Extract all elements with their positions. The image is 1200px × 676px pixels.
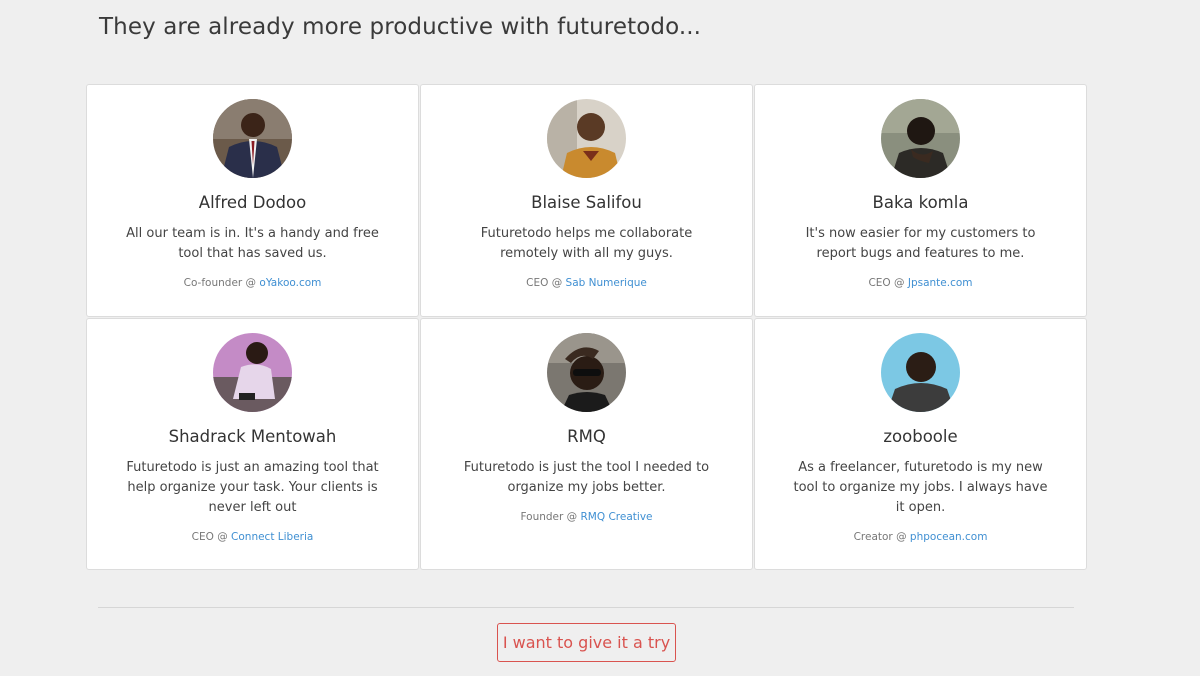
testimonial-role: CEO @ Jpsante.com (755, 277, 1086, 289)
role-prefix: CEO @ (526, 277, 566, 289)
testimonial-role: CEO @ Connect Liberia (87, 531, 418, 543)
section-divider (98, 607, 1074, 608)
testimonial-name: RMQ (567, 427, 606, 446)
testimonial-quote: Futuretodo is just an amazing tool that … (126, 460, 379, 515)
company-link[interactable]: Sab Numerique (566, 277, 647, 289)
role-prefix: Creator @ (853, 531, 910, 543)
testimonial-name: Alfred Dodoo (198, 193, 307, 212)
testimonial-name: Shadrack Mentowah (168, 427, 337, 446)
avatar (881, 99, 960, 178)
avatar (547, 333, 626, 412)
avatar (213, 333, 292, 412)
company-link[interactable]: Jpsante.com (908, 277, 973, 289)
testimonials-grid: Alfred Dodoo All our team is in. It's a … (86, 84, 1087, 570)
testimonial-quote: Futuretodo is just the tool I needed to … (463, 460, 710, 495)
role-prefix: CEO @ (868, 277, 908, 289)
testimonial-name: zooboole (883, 427, 958, 446)
testimonial-role: Co-founder @ oYakoo.com (87, 277, 418, 289)
testimonial-quote: As a freelancer, futuretodo is my new to… (793, 460, 1048, 515)
testimonial-card: Alfred Dodoo All our team is in. It's a … (86, 84, 419, 317)
testimonial-role: Creator @ phpocean.com (755, 531, 1086, 543)
testimonial-name: Baka komla (872, 193, 969, 212)
company-link[interactable]: RMQ Creative (581, 511, 653, 523)
testimonial-card: Baka komla It's now easier for my custom… (754, 84, 1087, 317)
testimonial-card: Shadrack Mentowah Futuretodo is just an … (86, 318, 419, 570)
testimonial-card: Blaise Salifou Futuretodo helps me colla… (420, 84, 753, 317)
testimonial-quote: It's now easier for my customers to repo… (805, 226, 1036, 261)
testimonial-card: zooboole As a freelancer, futuretodo is … (754, 318, 1087, 570)
testimonial-name: Blaise Salifou (531, 193, 642, 212)
role-prefix: Founder @ (520, 511, 581, 523)
company-link[interactable]: Connect Liberia (231, 531, 313, 543)
section-title: They are already more productive with fu… (99, 14, 702, 40)
testimonial-card: RMQ Futuretodo is just the tool I needed… (420, 318, 753, 570)
testimonial-quote: Futuretodo helps me collaborate remotely… (480, 226, 693, 261)
role-prefix: Co-founder @ (183, 277, 260, 289)
company-link[interactable]: phpocean.com (910, 531, 988, 543)
avatar (547, 99, 626, 178)
testimonial-role: CEO @ Sab Numerique (421, 277, 752, 289)
avatar (213, 99, 292, 178)
role-prefix: CEO @ (191, 531, 232, 543)
avatar (881, 333, 960, 412)
testimonial-quote: All our team is in. It's a handy and fre… (126, 226, 379, 261)
testimonial-role: Founder @ RMQ Creative (421, 511, 752, 523)
try-it-button[interactable]: I want to give it a try (497, 623, 676, 662)
company-link[interactable]: oYakoo.com (259, 277, 321, 289)
